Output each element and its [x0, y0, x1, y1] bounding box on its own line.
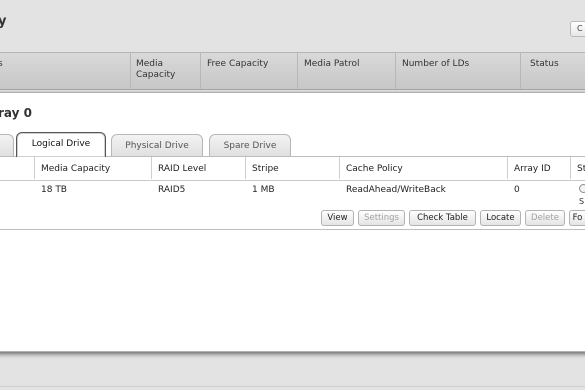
column-divider	[507, 157, 508, 179]
column-divider	[395, 53, 396, 89]
column-header-name[interactable]: s	[0, 59, 3, 70]
cell-cache-policy: ReadAhead/WriteBack	[346, 185, 446, 195]
table-header-stripe[interactable]: Stripe	[252, 158, 279, 180]
settings-button[interactable]: Settings	[358, 210, 405, 226]
cell-status: S	[579, 197, 585, 206]
cell-stripe: 1 MB	[252, 185, 275, 195]
tab-partial[interactable]	[0, 134, 14, 156]
array-list-header: s Media Capacity Free Capacity Media Pat…	[0, 52, 585, 90]
column-divider	[34, 157, 35, 179]
column-divider	[297, 53, 298, 89]
table-header-raid-level[interactable]: RAID Level	[158, 158, 206, 180]
table-header-status[interactable]: St	[577, 158, 585, 180]
cell-array-id: 0	[514, 185, 520, 195]
panel-title: ray 0	[0, 106, 32, 120]
table-header-media-capacity[interactable]: Media Capacity	[41, 158, 110, 180]
column-divider	[151, 157, 152, 179]
column-divider	[245, 157, 246, 179]
view-button[interactable]: View	[321, 210, 354, 226]
column-header-media-patrol[interactable]: Media Patrol	[304, 59, 359, 70]
tab-spare-drive[interactable]: Spare Drive	[209, 134, 291, 156]
status-icon	[579, 184, 585, 193]
column-header-status[interactable]: Status	[530, 59, 559, 70]
tab-physical-drive[interactable]: Physical Drive	[111, 134, 203, 156]
table-header-divider	[0, 180, 585, 181]
format-button[interactable]: Fo	[569, 210, 585, 226]
column-divider	[200, 53, 201, 89]
delete-button[interactable]: Delete	[525, 210, 565, 226]
cell-raid-level: RAID5	[158, 185, 186, 195]
divider	[0, 386, 585, 387]
top-right-button[interactable]: C	[570, 21, 585, 37]
table-header-cache-policy[interactable]: Cache Policy	[346, 158, 403, 180]
locate-button[interactable]: Locate	[480, 210, 521, 226]
column-header-number-of-lds[interactable]: Number of LDs	[402, 59, 469, 70]
tab-logical-drive[interactable]: Logical Drive	[16, 132, 106, 157]
column-divider	[570, 157, 571, 179]
page-title: y	[0, 14, 7, 29]
check-table-button[interactable]: Check Table	[409, 210, 476, 226]
column-header-free-capacity[interactable]: Free Capacity	[207, 59, 268, 70]
column-divider	[520, 53, 521, 89]
column-divider	[339, 157, 340, 179]
cell-media-capacity: 18 TB	[41, 185, 67, 195]
column-header-media-capacity[interactable]: Media Capacity	[136, 59, 186, 81]
column-divider	[130, 53, 131, 89]
table-header-array-id[interactable]: Array ID	[514, 158, 551, 180]
